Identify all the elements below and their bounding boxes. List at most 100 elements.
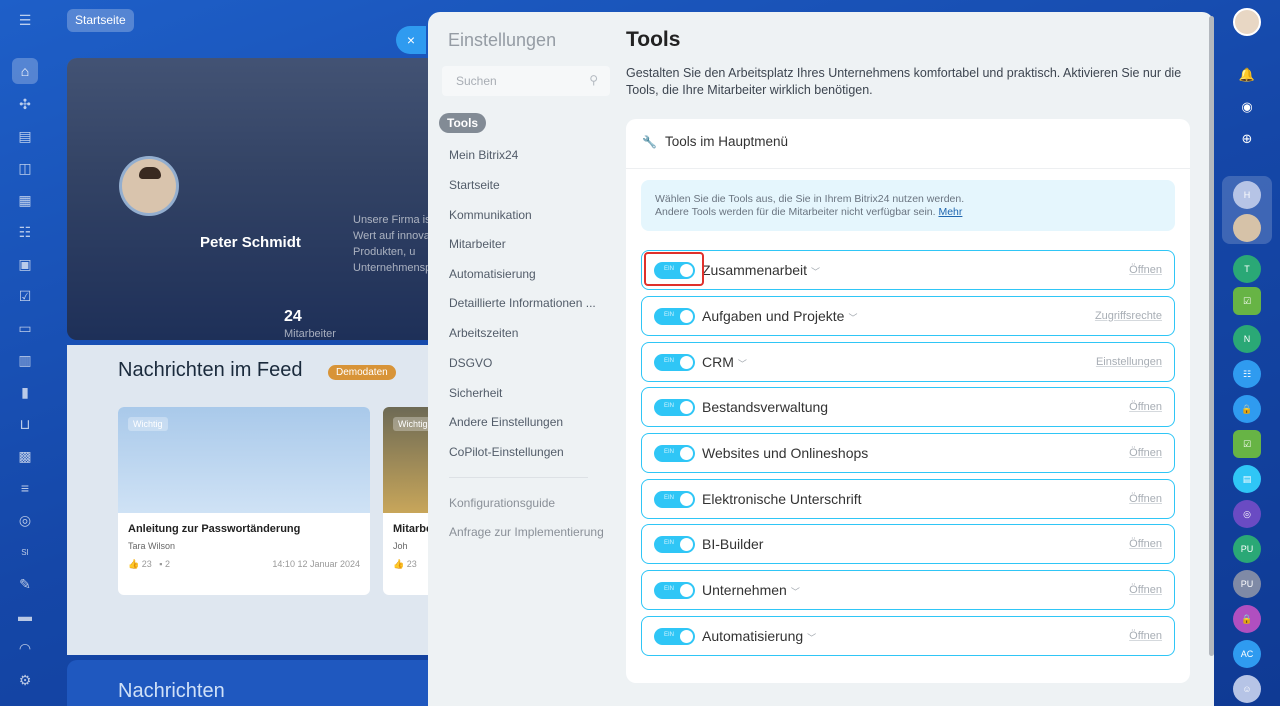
nav-item-andere-einstellungen[interactable]: Andere Einstellungen [449, 415, 563, 429]
nav-item-konfigurationsguide[interactable]: Konfigurationsguide [449, 496, 555, 510]
desk-icon[interactable]: ▥ [13, 348, 37, 372]
nav-item-startseite[interactable]: Startseite [449, 178, 500, 192]
tool-name[interactable]: Bestandsverwaltung [702, 399, 828, 415]
nav-item-arbeitszeiten[interactable]: Arbeitszeiten [449, 326, 518, 340]
chat-avatar-photo[interactable] [1233, 214, 1261, 242]
copilot-icon[interactable]: ◉ [1233, 93, 1261, 121]
tools-content: Tools Gestalten Sie den Arbeitsplatz Ihr… [626, 12, 1190, 706]
toggle-switch[interactable]: EIN [654, 445, 695, 462]
search-input[interactable]: Suchen ⚲ [442, 66, 610, 96]
tasks-chat-icon-2[interactable]: ☑ [1233, 430, 1261, 458]
booking-icon[interactable]: ▩ [13, 444, 37, 468]
nav-item-automatisierung[interactable]: Automatisierung [449, 267, 536, 281]
user-avatar[interactable] [1233, 8, 1261, 36]
tool-open-link[interactable]: Öffnen [1129, 447, 1162, 459]
chat-avatar-pu-2[interactable]: PU [1233, 570, 1261, 598]
tool-open-link[interactable]: Öffnen [1129, 538, 1162, 550]
nav-item-detaillierte-informationen[interactable]: Detaillierte Informationen ... [449, 296, 596, 310]
team-icon[interactable]: ☷ [13, 220, 37, 244]
toggle-switch[interactable]: EIN [654, 308, 695, 325]
toggle-switch[interactable]: EIN [654, 536, 695, 553]
panel-scrollbar[interactable] [1209, 16, 1214, 656]
settings-icon[interactable]: ⚙ [13, 668, 37, 692]
more-link[interactable]: Mehr [938, 206, 962, 218]
avatar[interactable] [119, 156, 179, 216]
feed-card[interactable]: Wichtig Anleitung zur Passwortänderung T… [118, 407, 370, 595]
tool-open-link[interactable]: Öffnen [1129, 584, 1162, 596]
lock-chat-icon[interactable]: 🔒 [1233, 605, 1261, 633]
support-avatar[interactable]: ☺ [1233, 675, 1261, 703]
nav-item-sicherheit[interactable]: Sicherheit [449, 386, 502, 400]
nav-item-anfrage-implementierung[interactable]: Anfrage zur Implementierung [449, 525, 604, 539]
analytics-icon[interactable]: ▮ [13, 380, 37, 404]
puzzle-icon[interactable]: ✣ [13, 92, 37, 116]
lock-icon[interactable]: 🔒 [1233, 395, 1261, 423]
tool-name-text: Unternehmen [702, 582, 787, 598]
tool-name[interactable]: Websites und Onlineshops [702, 445, 868, 461]
toggle-switch[interactable]: EIN [654, 491, 695, 508]
card-divider [626, 168, 1190, 169]
toggle-label: EIN [664, 403, 675, 409]
documents-icon[interactable]: ▣ [13, 252, 37, 276]
search-chat-icon[interactable]: ⊕ [1233, 125, 1261, 153]
tool-name[interactable]: Zusammenarbeit ﹀ [702, 262, 820, 278]
si-icon[interactable]: SI [13, 540, 37, 564]
group-chat-icon[interactable]: ☷ [1233, 360, 1261, 388]
tool-name[interactable]: BI-Builder [702, 536, 763, 552]
feed-section: Nachrichten im Feed Demodaten Wichtig An… [67, 345, 447, 655]
home-breadcrumb[interactable]: Startseite [67, 9, 134, 32]
nav-item-kommunikation[interactable]: Kommunikation [449, 208, 532, 222]
toggle-label: EIN [664, 540, 675, 546]
home-icon[interactable]: ⌂ [12, 58, 38, 84]
cart-icon[interactable]: ⊔ [13, 412, 37, 436]
tool-name-text: Zusammenarbeit [702, 262, 808, 278]
feed-icon[interactable]: ▤ [13, 124, 37, 148]
page-description: Gestalten Sie den Arbeitsplatz Ihres Unt… [626, 66, 1182, 97]
tool-open-link[interactable]: Öffnen [1129, 630, 1162, 642]
sign-icon[interactable]: ✎ [13, 572, 37, 596]
headset-icon[interactable]: ◠ [13, 636, 37, 660]
tool-open-link[interactable]: Öffnen [1129, 493, 1162, 505]
menu-icon[interactable]: ☰ [13, 8, 37, 32]
toggle-label: EIN [664, 358, 675, 364]
toggle-switch[interactable]: EIN [654, 399, 695, 416]
page-title: Tools [626, 28, 681, 51]
target-icon[interactable]: ◎ [13, 508, 37, 532]
inventory-icon[interactable]: ≡ [13, 476, 37, 500]
chat-avatar-t[interactable]: T [1233, 255, 1261, 283]
nav-item-tools[interactable]: Tools [439, 113, 487, 133]
crm-icon[interactable]: ▭ [13, 316, 37, 340]
nav-item-copilot-einstellungen[interactable]: CoPilot-Einstellungen [449, 445, 564, 459]
settings-panel: Einstellungen Suchen ⚲ Tools Mein Bitrix… [428, 12, 1214, 706]
toggle-switch[interactable]: EIN [654, 628, 695, 645]
tool-settings-link[interactable]: Einstellungen [1096, 356, 1162, 368]
tool-name[interactable]: CRM ﹀ [702, 354, 747, 370]
close-button[interactable]: × [396, 26, 426, 54]
nav-item-mitarbeiter[interactable]: Mitarbeiter [449, 237, 506, 251]
tool-open-link[interactable]: Öffnen [1129, 401, 1162, 413]
chat-avatar-n[interactable]: N [1233, 325, 1261, 353]
tool-access-link[interactable]: Zugriffsrechte [1095, 310, 1162, 322]
nav-item-mein-bitrix24[interactable]: Mein Bitrix24 [449, 148, 518, 162]
tool-name-text: Bestandsverwaltung [702, 399, 829, 415]
tool-name[interactable]: Automatisierung ﹀ [702, 628, 816, 644]
tool-name[interactable]: Unternehmen ﹀ [702, 582, 800, 598]
chat-avatar-h[interactable]: H [1233, 181, 1261, 209]
nav-item-dsgvo[interactable]: DSGVO [449, 356, 492, 370]
tool-name[interactable]: Elektronische Unterschrift [702, 491, 862, 507]
tool-open-link[interactable]: Öffnen [1129, 264, 1162, 276]
chat-avatar-ac[interactable]: AC [1233, 640, 1261, 668]
bell-icon[interactable]: 🔔 [1233, 61, 1261, 89]
message-icon[interactable]: ▤ [1233, 465, 1261, 493]
tool-name[interactable]: Aufgaben und Projekte ﹀ [702, 308, 857, 324]
toggle-switch[interactable]: EIN [654, 582, 695, 599]
copilot-chat-icon[interactable]: ◎ [1233, 500, 1261, 528]
chat-icon[interactable]: ◫ [13, 156, 37, 180]
comment-icon: ▪ [159, 559, 163, 569]
calendar-icon[interactable]: ▦ [13, 188, 37, 212]
toggle-switch[interactable]: EIN [654, 354, 695, 371]
chat-avatar-pu[interactable]: PU [1233, 535, 1261, 563]
tasks-icon[interactable]: ☑ [13, 284, 37, 308]
card-icon[interactable]: ▬ [13, 604, 37, 628]
tasks-chat-icon[interactable]: ☑ [1233, 287, 1261, 315]
